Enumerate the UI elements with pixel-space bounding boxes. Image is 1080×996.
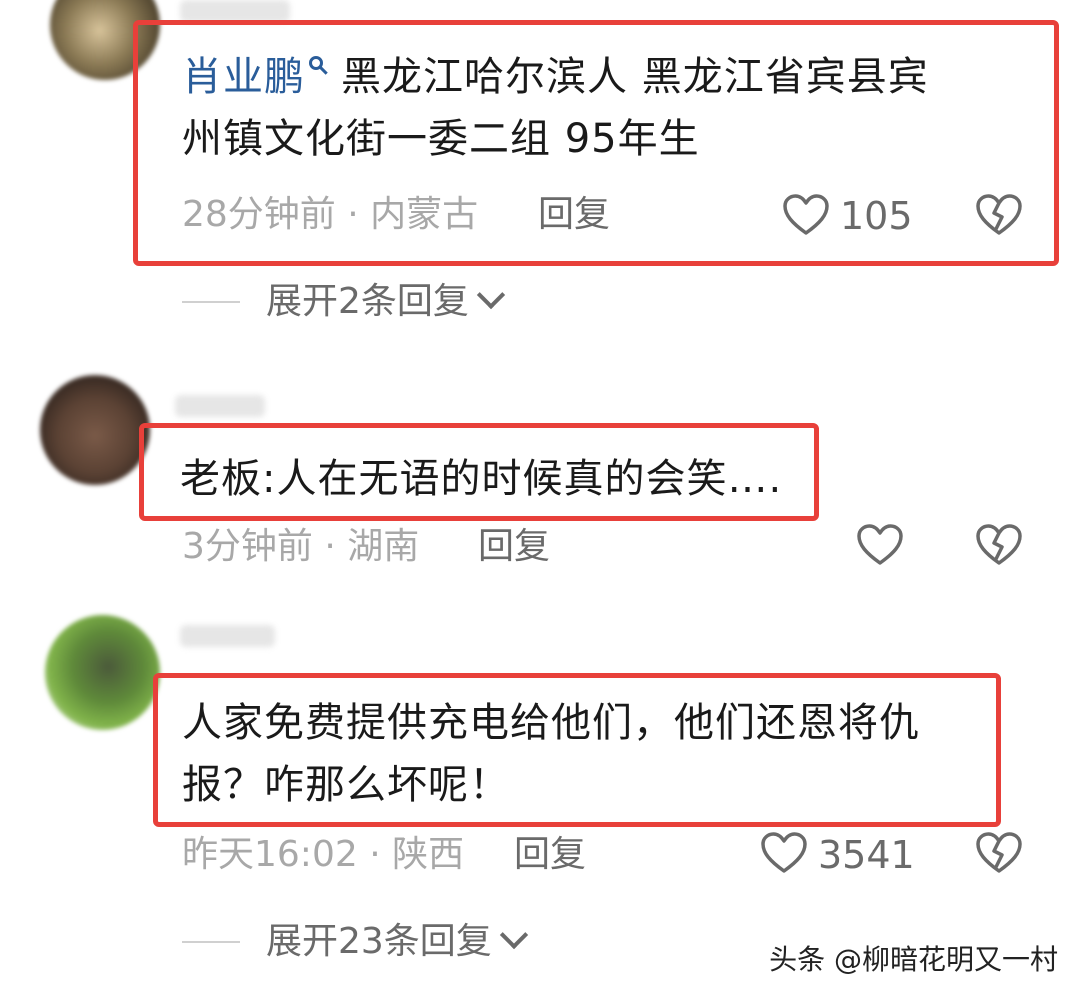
username-blurred[interactable] (180, 0, 290, 22)
comment-trailing: . (768, 456, 783, 502)
comment-text: 肖业鹏 黑龙江哈尔滨人 黑龙江省宾县宾 州镇文化街一委二组 95年生 (182, 46, 929, 170)
chevron-down-icon (499, 920, 528, 950)
divider (182, 301, 240, 303)
expand-label: 展开2条回复 (266, 281, 469, 322)
comment-line: 州镇文化街一委二组 95年生 (182, 116, 700, 162)
reply-button[interactable]: 回复 (478, 527, 550, 567)
reply-button[interactable]: 回复 (538, 195, 610, 235)
like-count: 105 (840, 194, 913, 238)
comment-line: 黑龙江哈尔滨人 黑龙江省宾县宾 (341, 54, 929, 100)
username-blurred[interactable] (180, 625, 275, 647)
search-icon[interactable] (309, 56, 323, 70)
comment-line: 老板:人在无语的时候真的会笑… (180, 456, 769, 502)
chevron-down-icon (476, 280, 506, 310)
expand-replies-button[interactable]: 展开23条回复 (266, 920, 528, 962)
time-location: 3分钟前 · 湖南 (182, 526, 420, 567)
time-location: 昨天16:02 · 陕西 (182, 834, 465, 875)
comment-text: 老板:人在无语的时候真的会笑…. (180, 448, 782, 510)
comment-line: 人家免费提供充电给他们，他们还恩将仇 (182, 700, 920, 746)
avatar[interactable] (40, 375, 150, 485)
watermark: 头条 @柳暗花明又一村 (769, 943, 1058, 976)
reply-button[interactable]: 回复 (514, 835, 586, 875)
author-mention[interactable]: 肖业鹏 (182, 54, 305, 100)
comment-line: 报？咋那么坏呢！ (182, 762, 510, 808)
broken-heart-icon[interactable] (975, 831, 1023, 875)
broken-heart-icon[interactable] (975, 193, 1023, 237)
broken-heart-icon[interactable] (975, 523, 1023, 567)
avatar[interactable] (45, 615, 160, 730)
heart-icon[interactable] (856, 523, 904, 567)
expand-label: 展开23条回复 (266, 921, 492, 962)
heart-icon[interactable] (760, 831, 808, 875)
time-location: 28分钟前 · 内蒙古 (182, 194, 479, 235)
divider (182, 941, 240, 943)
comment-text: 人家免费提供充电给他们，他们还恩将仇 报？咋那么坏呢！ (182, 692, 920, 816)
expand-replies-button[interactable]: 展开2条回复 (266, 280, 506, 322)
heart-icon[interactable] (782, 193, 830, 237)
username-blurred[interactable] (175, 395, 265, 417)
like-count: 3541 (818, 833, 915, 877)
